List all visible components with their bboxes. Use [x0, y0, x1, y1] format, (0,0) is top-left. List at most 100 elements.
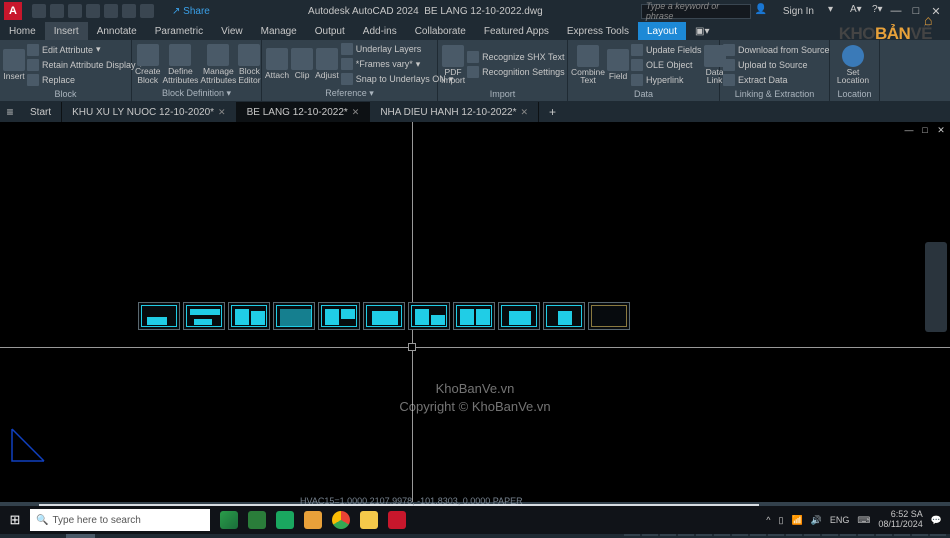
file-tab-3[interactable]: NHA DIEU HANH 12-10-2022*✕ — [370, 102, 539, 122]
tray-language[interactable]: ENG — [830, 515, 850, 525]
ucs-icon — [8, 425, 48, 470]
file-tab-menu-icon[interactable]: ≡ — [0, 105, 20, 119]
search-input[interactable]: Type a keyword or phrase — [641, 4, 751, 19]
panel-title-block: Block — [3, 88, 128, 100]
tab-layout[interactable]: Layout — [638, 22, 686, 40]
taskbar-app[interactable] — [244, 509, 270, 531]
update-fields-button[interactable]: Update Fields — [631, 43, 702, 57]
file-tab-2[interactable]: BE LANG 12-10-2022*✕ — [237, 102, 371, 122]
recognize-shx-button[interactable]: Recognize SHX Text — [467, 50, 565, 64]
taskbar-chrome-icon[interactable] — [328, 509, 354, 531]
app-switcher-icon[interactable]: A▾ — [850, 4, 864, 18]
tab-addins[interactable]: Add-ins — [354, 22, 406, 40]
tab-home[interactable]: Home — [0, 22, 45, 40]
windows-taskbar: ⊞ 🔍 Type here to search ^ ▯ 📶 🔊 ENG ⌨ 6:… — [0, 506, 950, 534]
tray-volume-icon[interactable]: 🔊 — [811, 515, 822, 526]
tray-keyboard-icon[interactable]: ⌨ — [857, 515, 870, 526]
upload-source-button[interactable]: Upload to Source — [723, 58, 830, 72]
set-location-button[interactable]: SetLocation — [833, 42, 873, 88]
ribbon: Insert Edit Attribute ▾ Retain Attribute… — [0, 40, 950, 102]
viewport-close-icon[interactable]: ✕ — [935, 125, 947, 136]
qat-undo-icon[interactable] — [122, 4, 136, 18]
edit-attribute-button[interactable]: Edit Attribute ▾ — [27, 43, 143, 57]
taskbar-explorer-icon[interactable] — [356, 509, 382, 531]
tray-notifications-icon[interactable]: 💬 — [931, 515, 942, 526]
block-editor-button[interactable]: BlockEditor — [238, 41, 260, 87]
close-tab-icon[interactable]: ✕ — [520, 107, 528, 118]
drawing-sheets — [138, 302, 630, 330]
panel-title-location: Location — [833, 88, 876, 100]
sheet-thumbnail — [453, 302, 495, 330]
hyperlink-button[interactable]: Hyperlink — [631, 73, 702, 87]
windows-search-input[interactable]: 🔍 Type here to search — [30, 509, 210, 531]
manage-attributes-button[interactable]: ManageAttributes — [200, 41, 236, 87]
tab-manage[interactable]: Manage — [252, 22, 306, 40]
close-icon[interactable]: ✕ — [930, 5, 942, 17]
user-icon[interactable]: 👤 — [755, 4, 769, 18]
file-tab-1[interactable]: KHU XU LY NUOC 12-10-2020*✕ — [62, 102, 236, 122]
snap-underlays-button[interactable]: Snap to Underlays ON ▾ — [341, 72, 454, 86]
sheet-thumbnail — [183, 302, 225, 330]
frames-vary-button[interactable]: *Frames vary* ▾ — [341, 57, 454, 71]
new-file-tab-icon[interactable]: + — [539, 105, 566, 119]
combine-text-button[interactable]: CombineText — [571, 42, 605, 88]
recognition-settings-button[interactable]: Recognition Settings — [467, 65, 565, 79]
taskbar-app[interactable] — [216, 509, 242, 531]
tray-icon[interactable]: ▯ — [778, 515, 783, 526]
sign-in-button[interactable]: Sign In — [783, 6, 814, 17]
retain-attribute-button[interactable]: Retain Attribute Display ▾ — [27, 58, 143, 72]
tray-expand-icon[interactable]: ^ — [766, 515, 770, 525]
tab-output[interactable]: Output — [306, 22, 354, 40]
tab-parametric[interactable]: Parametric — [146, 22, 212, 40]
cart-icon[interactable]: ▾ — [828, 4, 842, 18]
tab-insert[interactable]: Insert — [45, 22, 88, 40]
qat-new-icon[interactable] — [32, 4, 46, 18]
insert-block-button[interactable]: Insert — [3, 42, 25, 88]
qat-save-icon[interactable] — [68, 4, 82, 18]
help-icon[interactable]: ?▾ — [872, 4, 886, 18]
qat-open-icon[interactable] — [50, 4, 64, 18]
file-tab-start[interactable]: Start — [20, 102, 62, 122]
attach-button[interactable]: Attach — [265, 41, 289, 87]
sheet-thumbnail — [498, 302, 540, 330]
clip-button[interactable]: Clip — [291, 41, 313, 87]
windows-start-icon[interactable]: ⊞ — [0, 506, 30, 534]
tray-network-icon[interactable]: 📶 — [791, 515, 802, 526]
taskbar-app[interactable] — [272, 509, 298, 531]
sheet-thumbnail — [408, 302, 450, 330]
taskbar-autocad-icon[interactable] — [384, 509, 410, 531]
underlay-layers-button[interactable]: Underlay Layers — [341, 42, 454, 56]
create-block-button[interactable]: CreateBlock — [135, 41, 161, 87]
tab-express-tools[interactable]: Express Tools — [558, 22, 638, 40]
tab-collaborate[interactable]: Collaborate — [406, 22, 475, 40]
viewport-maximize-icon[interactable]: □ — [919, 125, 931, 136]
close-tab-icon[interactable]: ✕ — [218, 107, 226, 118]
taskbar-clock[interactable]: 6:52 SA 08/11/2024 — [878, 510, 922, 530]
app-icon[interactable]: A — [4, 2, 22, 20]
define-attributes-button[interactable]: DefineAttributes — [163, 41, 199, 87]
replace-button[interactable]: Replace — [27, 73, 143, 87]
file-tabs: ≡ Start KHU XU LY NUOC 12-10-2020*✕ BE L… — [0, 102, 950, 122]
drawing-canvas[interactable]: — □ ✕ — [0, 122, 950, 502]
tab-more-icon[interactable]: ▣▾ — [686, 22, 718, 40]
pdf-import-button[interactable]: PDFImport — [441, 42, 465, 88]
viewport-minimize-icon[interactable]: — — [903, 125, 915, 136]
adjust-button[interactable]: Adjust — [315, 41, 339, 87]
close-tab-icon[interactable]: ✕ — [352, 107, 360, 118]
qat-plot-icon[interactable] — [104, 4, 118, 18]
share-button[interactable]: ↗ Share — [172, 6, 210, 17]
ribbon-tabs: Home Insert Annotate Parametric View Man… — [0, 22, 950, 40]
extract-data-button[interactable]: Extract Data — [723, 73, 830, 87]
taskbar-app[interactable] — [300, 509, 326, 531]
tab-view[interactable]: View — [212, 22, 252, 40]
field-button[interactable]: Field — [607, 42, 629, 88]
qat-redo-icon[interactable] — [140, 4, 154, 18]
navigation-bar[interactable] — [925, 242, 947, 332]
download-source-button[interactable]: Download from Source — [723, 43, 830, 57]
minimize-icon[interactable]: — — [890, 5, 902, 17]
tab-annotate[interactable]: Annotate — [88, 22, 146, 40]
maximize-icon[interactable]: □ — [910, 5, 922, 17]
qat-saveas-icon[interactable] — [86, 4, 100, 18]
ole-object-button[interactable]: OLE Object — [631, 58, 702, 72]
tab-featured-apps[interactable]: Featured Apps — [475, 22, 558, 40]
